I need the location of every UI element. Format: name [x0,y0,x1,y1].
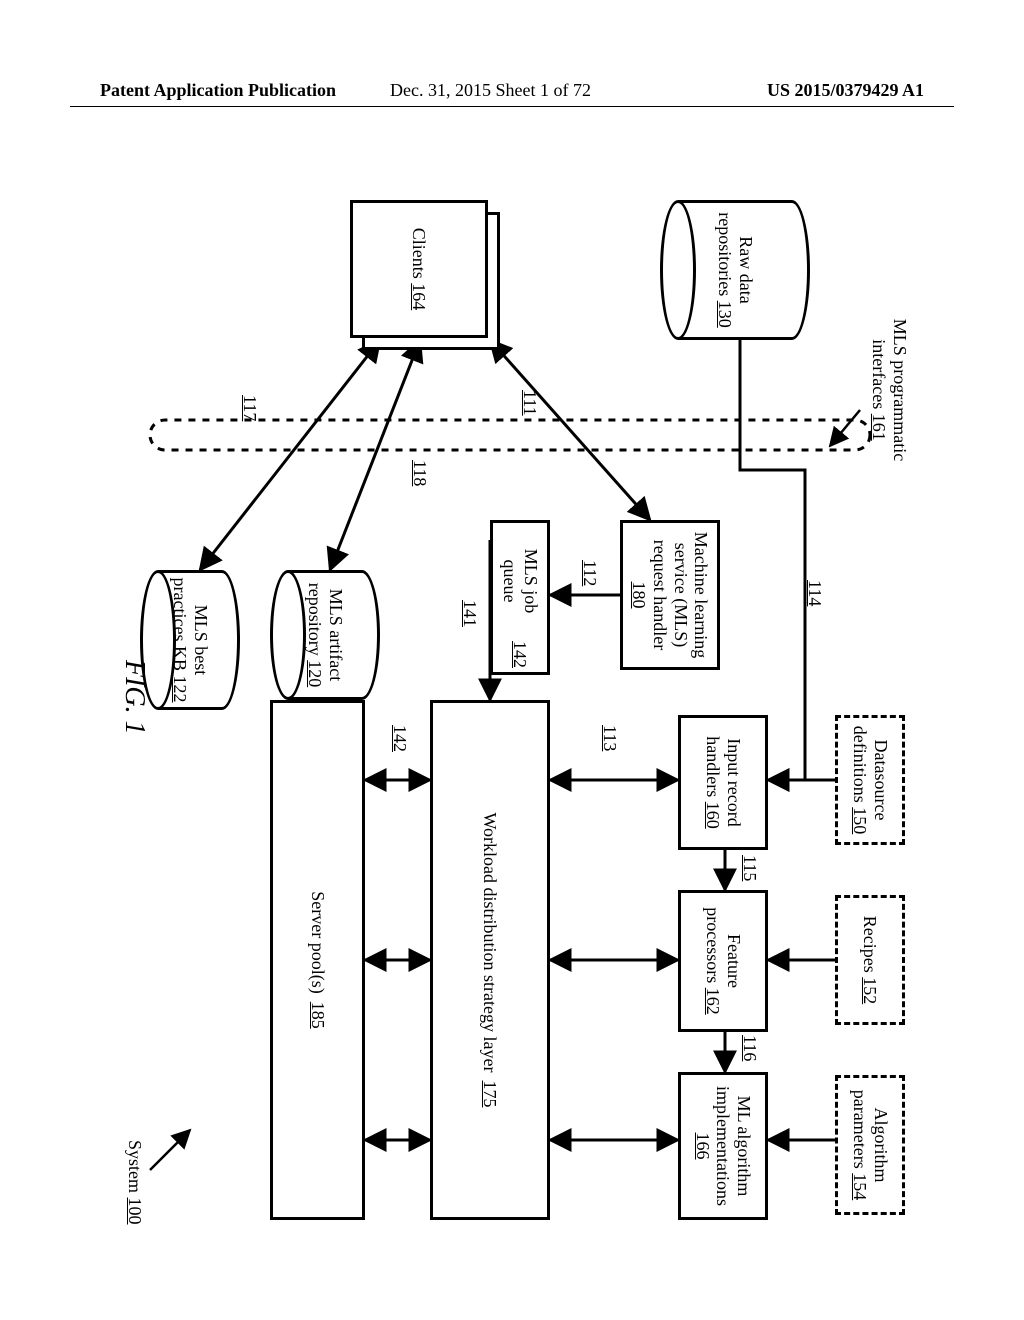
arrow-111: 111 [519,390,540,416]
feature-proc-box: Feature processors 162 [678,890,768,1032]
header-publication: Patent Application Publication [100,80,336,101]
recipes-box: Recipes 152 [835,895,905,1025]
featproc-l2: processors [703,907,723,983]
request-handler-l2: service (MLS) [670,543,691,647]
arrow-116: 116 [739,1035,760,1061]
clients-label: Clients [410,228,430,279]
datasource-l2: definitions [850,726,870,803]
datasource-box: Datasource definitions 150 [835,715,905,845]
raw-data-ref: 130 [715,301,735,328]
job-queue-box: MLS job queue 142 [490,520,550,675]
inrec-l2: handlers [703,736,723,797]
mlalg-l2: implementations [713,1086,734,1206]
header-pubnumber: US 2015/0379429 A1 [767,80,924,101]
ml-algorithm-box: ML algorithm implementations 166 [678,1072,768,1220]
artifact-repo-cylinder: MLS artifact repository 120 [270,570,380,700]
request-handler-ref: 180 [629,582,650,609]
bestpr-l1: MLS best [190,605,211,676]
raw-data-label1: Raw data [735,236,756,303]
raw-data-cylinder: Raw data repositories 130 [660,200,810,340]
interfaces-label: MLS programmatic interfaces 161 [869,290,910,490]
recipes-ref: 152 [860,977,880,1004]
inrec-ref: 160 [703,802,723,829]
datasource-l1: Datasource [870,740,891,821]
clients-stack: Clients 164 [350,200,500,350]
server-pool-box: Server pool(s) 185 [270,700,365,1220]
workload-layer-box: Workload distribution strategy layer 175 [430,700,550,1220]
mlalg-ref: 166 [692,1133,713,1160]
request-handler-box: Machine learning service (MLS) request h… [620,520,720,670]
clients-ref: 164 [410,283,430,310]
arrow-118: 118 [409,460,430,486]
best-practices-cylinder: MLS best practices KB 122 [140,570,240,710]
algparams-l1: Algorithm [870,1108,891,1183]
header-rule [70,106,954,107]
featproc-ref: 162 [703,988,723,1015]
arrow-141: 141 [459,600,480,627]
datasource-ref: 150 [850,807,870,834]
serverpool-label: Server pool(s) [307,891,328,993]
arrow-115: 115 [739,855,760,881]
system-label-text: System [125,1140,145,1193]
arrow-142: 142 [389,725,410,752]
artifact-l1: MLS artifact [325,589,346,681]
bestpr-ref: 122 [170,675,190,702]
arrow-114: 114 [804,580,825,606]
workload-label: Workload distribution strategy layer [480,813,501,1073]
inrec-l1: Input record [723,738,744,826]
arrow-117: 117 [239,395,260,421]
system-ref: 100 [125,1198,145,1225]
algparams-box: Algorithm parameters 154 [835,1075,905,1215]
arrow-113: 113 [599,725,620,751]
request-handler-l1: Machine learning [691,532,712,658]
raw-data-label2: repositories [715,212,735,296]
system-label: System 100 [124,1140,145,1225]
input-record-box: Input record handlers 160 [678,715,768,850]
featproc-l1: Feature [723,934,744,988]
recipes-label: Recipes [860,916,880,973]
interfaces-label-line1: MLS programmatic [890,319,910,461]
job-queue-label: MLS job queue [499,527,540,635]
arrow-112: 112 [579,560,600,586]
serverpool-ref: 185 [307,1002,328,1029]
job-queue-ref: 142 [510,641,531,668]
algparams-l2: parameters [850,1090,870,1169]
interfaces-label-line2: interfaces [869,339,889,409]
header-date-sheet: Dec. 31, 2015 Sheet 1 of 72 [390,80,591,101]
artifact-l2: repository [305,583,325,656]
mlalg-l1: ML algorithm [733,1096,754,1197]
figure-label: FIG. 1 [118,660,150,735]
artifact-ref: 120 [305,660,325,687]
request-handler-l3: request handler [649,540,670,650]
interfaces-ref: 161 [869,414,889,441]
algparams-ref: 154 [850,1173,870,1200]
workload-ref: 175 [480,1081,501,1108]
